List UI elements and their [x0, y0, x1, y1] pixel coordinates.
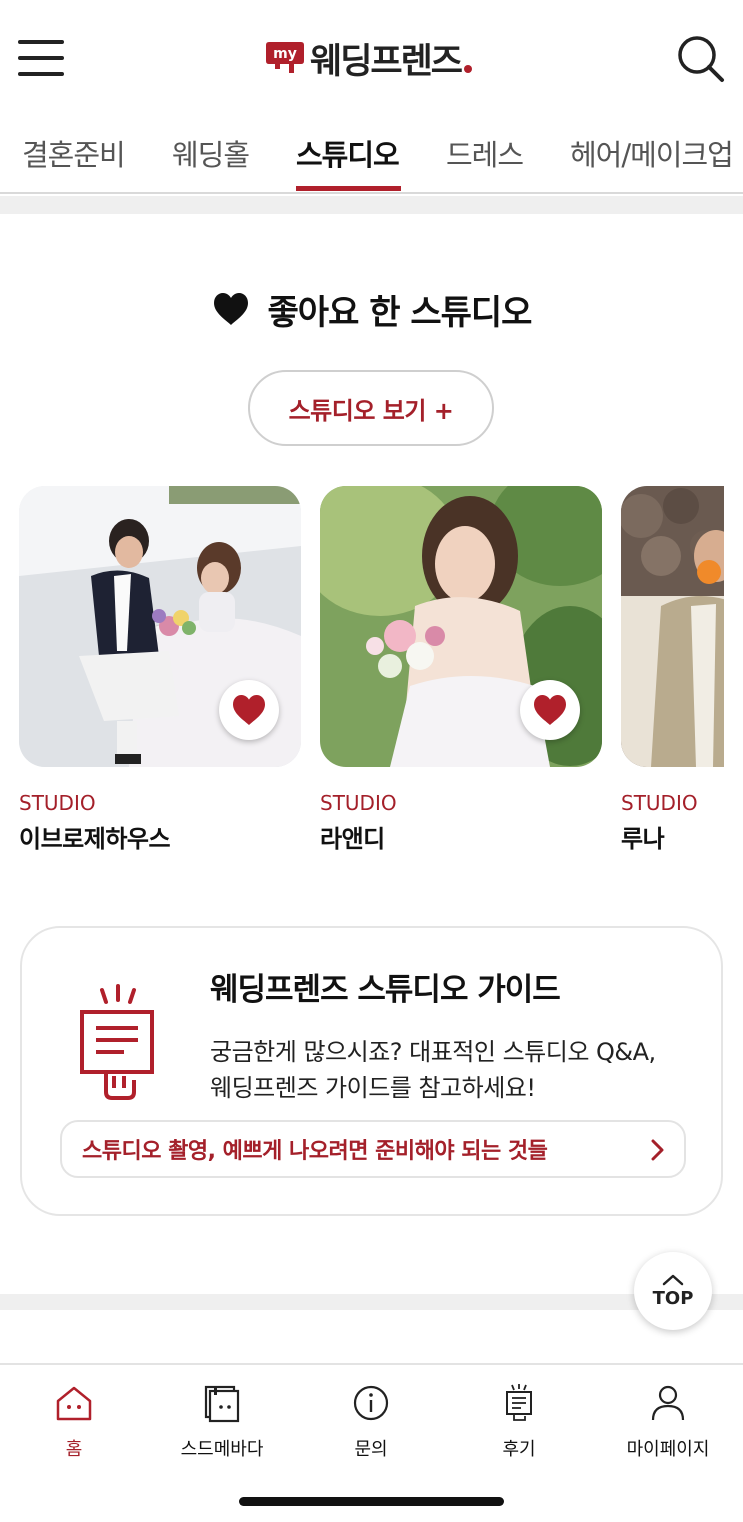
home-indicator-bar: [239, 1497, 504, 1506]
tab-studio[interactable]: 스튜디오: [296, 132, 400, 174]
chevron-right-icon: [651, 1139, 664, 1161]
nav-catalog[interactable]: 스드메바다: [162, 1383, 282, 1463]
home-icon: [56, 1386, 92, 1421]
studio-category: STUDIO: [621, 791, 698, 815]
studio-guide-card: 웨딩프렌즈 스튜디오 가이드 궁금한게 많으시죠? 대표적인 스튜디오 Q&A,…: [20, 926, 723, 1216]
studio-photo[interactable]: [320, 486, 602, 767]
guide-document-icon: [80, 984, 154, 1100]
tab-wedding-hall[interactable]: 웨딩홀: [172, 132, 250, 174]
guide-link-text: 스튜디오 촬영, 예쁘게 나오려면 준비해야 되는 것들: [82, 1139, 548, 1164]
studio-name[interactable]: 루나: [621, 819, 724, 854]
review-icon: [506, 1384, 532, 1421]
heart-icon: [213, 293, 248, 325]
view-studios-button[interactable]: 스튜디오 보기 +: [248, 370, 494, 446]
studio-photo-image: [621, 486, 724, 767]
guide-description: 궁금한게 많으시죠? 대표적인 스튜디오 Q&A, 웨딩프렌즈 가이드를 참고하…: [210, 1034, 690, 1106]
heart-filled-icon: [233, 694, 265, 726]
like-button[interactable]: [520, 680, 580, 740]
logo[interactable]: my 웨딩프렌즈: [264, 36, 473, 82]
hamburger-menu-icon[interactable]: [18, 40, 64, 76]
logo-dot: [464, 65, 473, 73]
liked-studio-carousel[interactable]: STUDIO 이브로제하우스 STUDIO 라앤디 STUDIO 루나: [0, 486, 724, 866]
info-icon: [353, 1385, 389, 1421]
nav-label: 홈: [65, 1439, 83, 1460]
category-tabs: 결혼준비 웨딩홀 스튜디오 드레스 헤어/메이크업: [0, 116, 743, 194]
liked-title-text: 좋아요 한 스튜디오: [267, 292, 533, 333]
guide-article-link[interactable]: 스튜디오 촬영, 예쁘게 나오려면 준비해야 되는 것들: [60, 1120, 686, 1178]
heart-filled-icon: [534, 694, 566, 726]
active-tab-indicator: [296, 186, 401, 191]
guide-desc-line: 웨딩프렌즈 가이드를 참고하세요!: [210, 1074, 536, 1102]
studio-card[interactable]: STUDIO 루나: [621, 486, 724, 854]
section-divider: [0, 1294, 743, 1310]
studio-card[interactable]: STUDIO 라앤디: [320, 486, 602, 854]
app-header: my 웨딩프렌즈: [0, 0, 743, 116]
section-divider: [0, 196, 743, 214]
logo-badge-icon: my: [264, 41, 306, 75]
tab-hair-makeup[interactable]: 헤어/메이크업: [570, 132, 734, 174]
studio-category: STUDIO: [320, 791, 397, 815]
nav-mypage[interactable]: 마이페이지: [608, 1383, 728, 1463]
nav-review[interactable]: 후기: [459, 1383, 579, 1463]
studio-photo[interactable]: [621, 486, 724, 767]
nav-label: 후기: [502, 1439, 536, 1460]
logo-text: 웨딩프렌즈: [310, 41, 463, 82]
studio-name[interactable]: 라앤디: [320, 819, 602, 854]
nav-label: 마이페이지: [626, 1439, 710, 1460]
nav-home[interactable]: 홈: [14, 1383, 134, 1463]
svg-text:my: my: [273, 46, 297, 62]
like-button[interactable]: [219, 680, 279, 740]
guide-title: 웨딩프렌즈 스튜디오 가이드: [210, 972, 561, 1008]
person-icon: [651, 1385, 685, 1421]
nav-inquiry[interactable]: 문의: [311, 1383, 431, 1463]
nav-label: 스드메바다: [180, 1439, 264, 1460]
catalog-icon: [204, 1385, 240, 1423]
studio-card[interactable]: STUDIO 이브로제하우스: [19, 486, 301, 854]
tab-wedding-prep[interactable]: 결혼준비: [22, 132, 126, 174]
tab-dress[interactable]: 드레스: [446, 132, 524, 174]
search-icon[interactable]: [676, 34, 726, 84]
nav-label: 문의: [354, 1439, 388, 1460]
studio-name[interactable]: 이브로제하우스: [19, 819, 301, 854]
studio-photo[interactable]: [19, 486, 301, 767]
guide-desc-line: 궁금한게 많으시죠? 대표적인 스튜디오 Q&A,: [210, 1038, 656, 1066]
liked-section-title: 좋아요 한 스튜디오: [0, 284, 743, 334]
chevron-up-icon: [662, 1274, 684, 1285]
scroll-top-button[interactable]: TOP: [634, 1252, 712, 1330]
studio-category: STUDIO: [19, 791, 96, 815]
top-button-label: TOP: [652, 1287, 694, 1309]
